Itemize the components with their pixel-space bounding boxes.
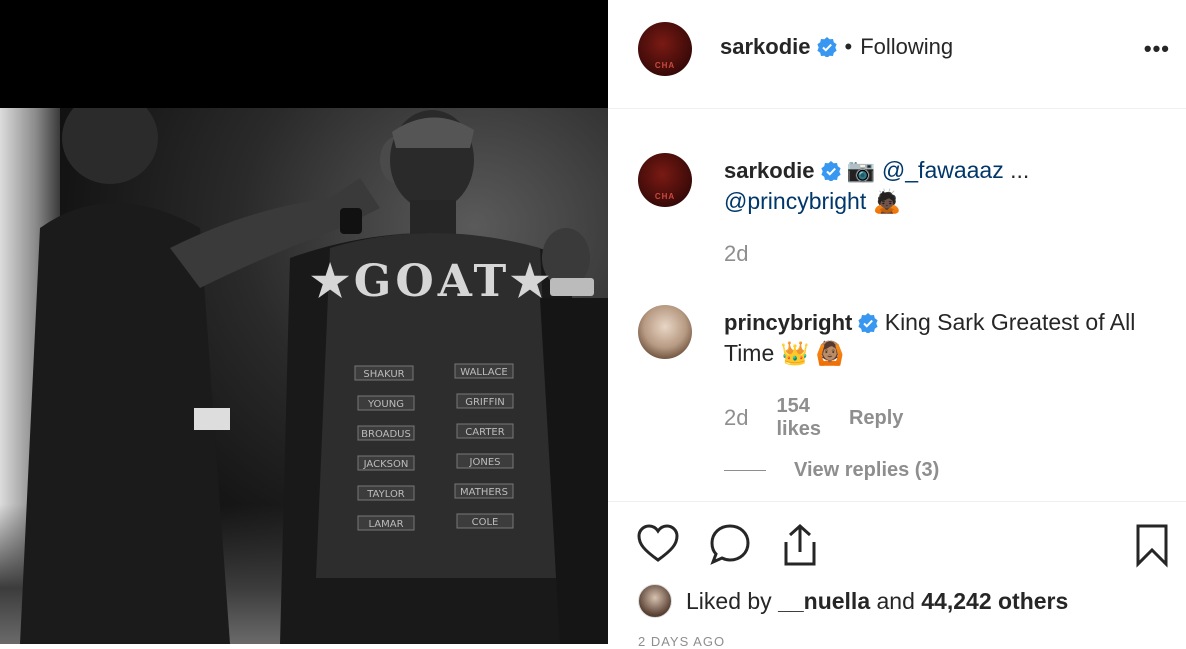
verified-badge-icon <box>858 313 878 333</box>
mention-fawaaaz[interactable]: @_fawaaaz <box>882 157 1004 183</box>
action-bar <box>636 522 1168 570</box>
post-photo-pane: ★GOAT★ SHAKUR WALLACE YOUNG GRIFFIN BROA… <box>0 0 608 644</box>
following-button[interactable]: Following <box>860 34 953 60</box>
photo-illustration: ★GOAT★ SHAKUR WALLACE YOUNG GRIFFIN BROA… <box>20 108 608 644</box>
comment-body: princybright King Sark Greatest of All T… <box>724 307 1164 369</box>
view-replies-button[interactable]: View replies (3) <box>724 459 939 482</box>
patch-right-5: COLE <box>472 517 499 528</box>
comment-icon[interactable] <box>708 522 752 568</box>
jacket-goat-text: ★GOAT★ <box>310 256 553 307</box>
patch-left-2: BROADUS <box>361 429 411 440</box>
camera-icon: 📷 <box>846 157 876 183</box>
heart-icon[interactable] <box>636 522 680 568</box>
view-replies-label: View replies (3) <box>794 459 940 481</box>
comment-time[interactable]: 2d <box>724 405 748 431</box>
comment-meta: 2d 154 likes Reply <box>724 395 931 441</box>
caption-avatar[interactable]: CHA <box>638 153 692 207</box>
bowing-emoji: 🙇🏿 <box>872 188 902 214</box>
patch-left-5: LAMAR <box>368 519 403 530</box>
patch-left-0: SHAKUR <box>363 369 404 380</box>
separator-dot: • <box>844 34 853 59</box>
caption-body: sarkodie 📷 @_fawaaaz ... @princybright 🙇… <box>724 155 1164 217</box>
caption-meta: 2d <box>724 241 776 267</box>
post-side-panel: CHA sarkodie • Following ••• CHA sarkodi… <box>608 0 1186 649</box>
raised-hands-emoji: 🙆🏽 <box>815 340 845 366</box>
patch-right-1: GRIFFIN <box>465 397 505 408</box>
liker-avatar[interactable] <box>638 584 672 618</box>
liked-by-and: and <box>876 587 915 614</box>
caption-time[interactable]: 2d <box>724 241 748 267</box>
comment-likes[interactable]: 154 likes <box>776 395 820 441</box>
patch-right-3: JONES <box>469 457 501 468</box>
author-meta: sarkodie • Following <box>720 34 953 60</box>
commenter-avatar[interactable] <box>638 305 692 359</box>
patch-right-2: CARTER <box>465 427 504 438</box>
crown-emoji: 👑 <box>780 340 810 366</box>
more-options-icon[interactable]: ••• <box>1144 36 1170 62</box>
comments-area: CHA sarkodie 📷 @_fawaaaz ... @princybrig… <box>608 109 1186 502</box>
commenter-username[interactable]: princybright <box>724 310 852 335</box>
author-avatar[interactable]: CHA <box>638 22 692 76</box>
verified-badge-icon <box>820 161 841 181</box>
patch-left-4: TAYLOR <box>366 489 405 500</box>
share-icon[interactable] <box>778 522 822 568</box>
patch-right-4: MATHERS <box>460 487 508 498</box>
photo-person-center <box>280 110 590 644</box>
liked-by-prefix: Liked by <box>686 587 772 614</box>
caption-ellipsis: ... <box>1010 157 1030 183</box>
reply-button[interactable]: Reply <box>849 407 903 430</box>
post-date[interactable]: 2 DAYS AGO <box>638 634 725 649</box>
verified-badge-icon <box>816 37 837 57</box>
bookmark-icon[interactable] <box>1130 522 1174 568</box>
post-header: CHA sarkodie • Following ••• <box>608 0 1186 109</box>
caption-username[interactable]: sarkodie <box>724 158 815 183</box>
patch-left-3: JACKSON <box>363 459 409 470</box>
post-photo[interactable]: ★GOAT★ SHAKUR WALLACE YOUNG GRIFFIN BROA… <box>0 108 608 644</box>
patch-left-1: YOUNG <box>367 399 404 410</box>
liked-by-user[interactable]: __nuella <box>778 588 870 615</box>
author-username[interactable]: sarkodie <box>720 34 811 60</box>
patch-right-0: WALLACE <box>460 367 508 378</box>
liked-by-others[interactable]: 44,242 others <box>921 588 1068 615</box>
view-replies-line <box>724 470 766 471</box>
liked-by: Liked by __nuella and 44,242 others <box>638 584 1068 618</box>
mention-princybright[interactable]: @princybright <box>724 188 866 214</box>
